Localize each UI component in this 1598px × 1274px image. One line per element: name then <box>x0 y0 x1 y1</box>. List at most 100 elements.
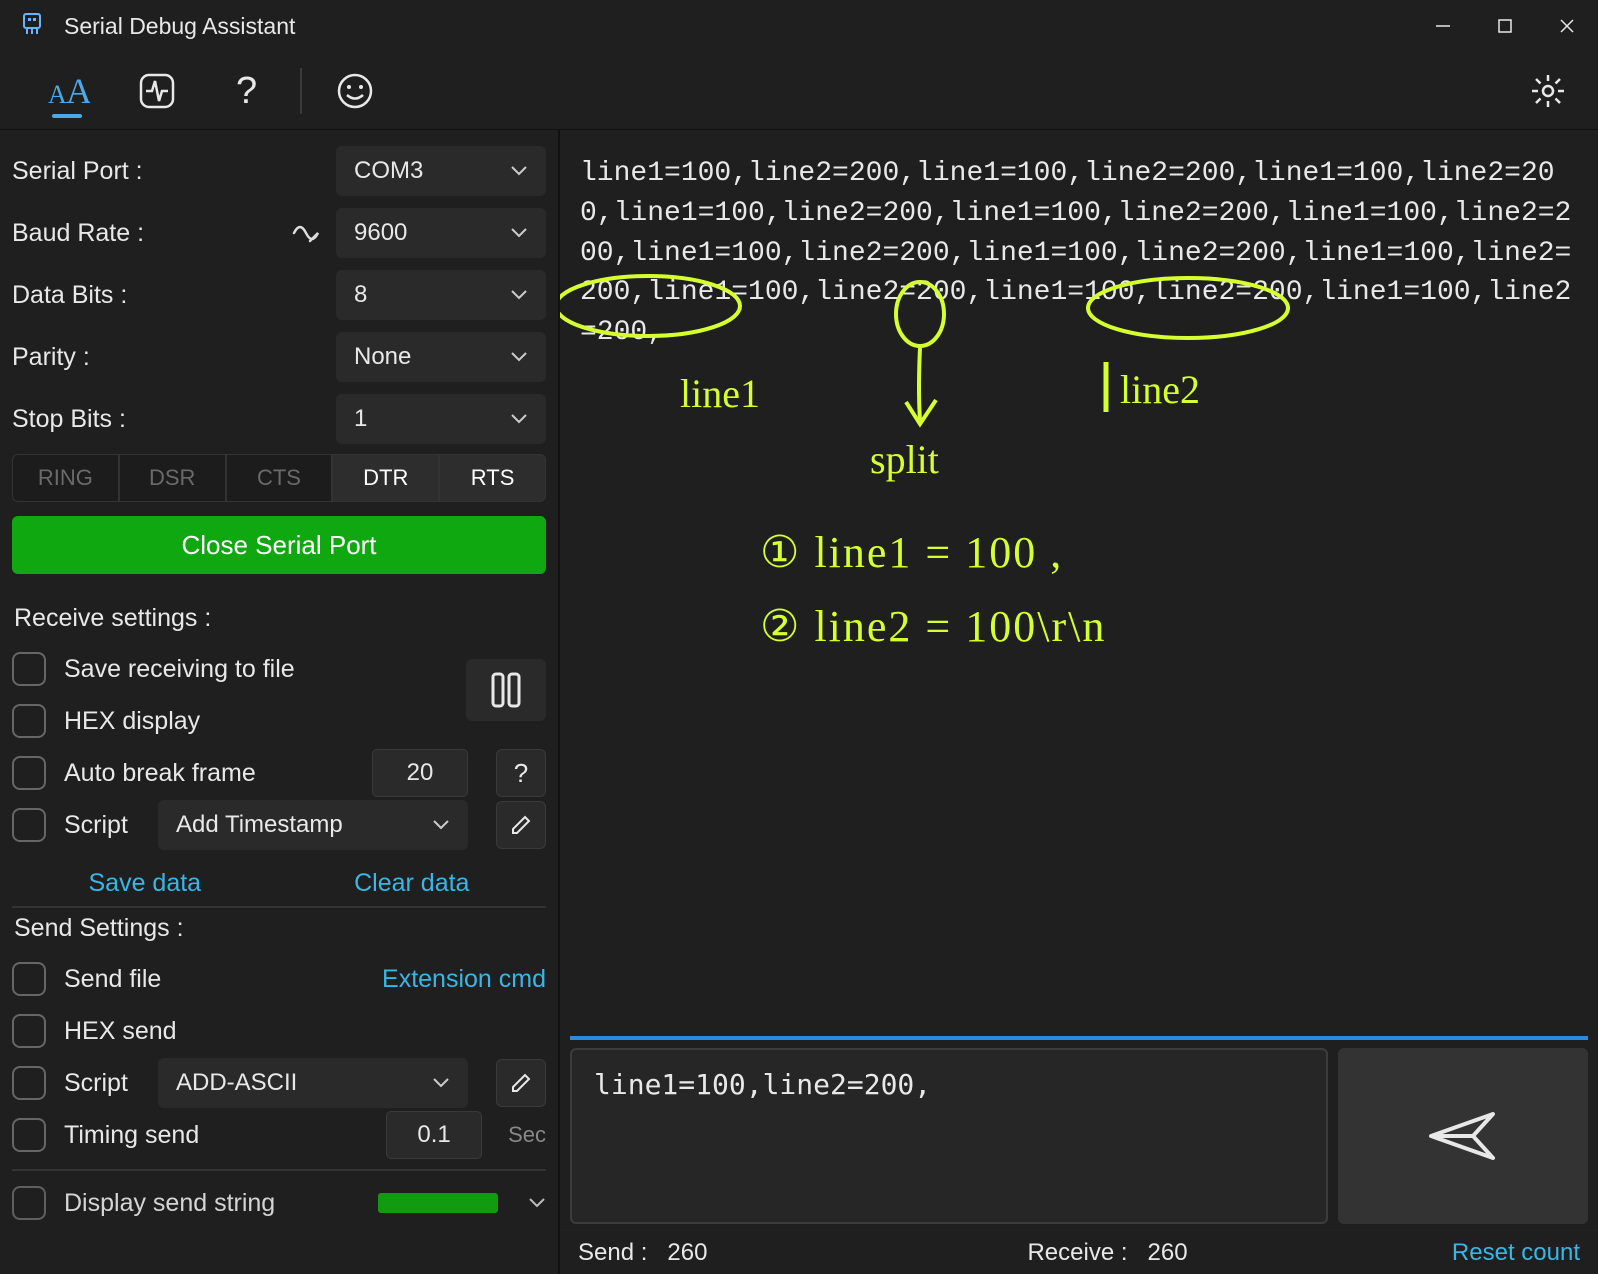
sidebar: Serial Port : COM3 Baud Rate : 9600 Data… <box>0 130 560 1274</box>
window-controls <box>1412 4 1598 48</box>
hex-send-checkbox[interactable] <box>12 1014 46 1048</box>
divider <box>12 906 546 908</box>
parity-select[interactable]: None <box>336 332 546 382</box>
send-count-value: 260 <box>667 1239 707 1266</box>
timing-send-label: Timing send <box>64 1121 199 1150</box>
receive-text-area[interactable]: line1=100,line2=200,line1=100,line2=200,… <box>560 130 1598 1036</box>
send-script-checkbox[interactable] <box>12 1066 46 1100</box>
status-send: Send : 260 <box>578 1239 707 1267</box>
display-send-string-checkbox[interactable] <box>12 1186 46 1220</box>
cts-pill[interactable]: CTS <box>226 454 333 502</box>
ring-pill[interactable]: RING <box>12 454 119 502</box>
send-script-value: ADD-ASCII <box>176 1069 297 1097</box>
recv-count-value: 260 <box>1148 1239 1188 1266</box>
send-script-label: Script <box>64 1069 134 1098</box>
app-icon <box>16 10 48 42</box>
send-file-checkbox[interactable] <box>12 962 46 996</box>
font-tool-button[interactable]: A A <box>22 62 112 120</box>
serial-port-value: COM3 <box>354 157 423 185</box>
data-bits-select[interactable]: 8 <box>336 270 546 320</box>
stop-bits-label: Stop Bits : <box>12 405 202 434</box>
timing-send-input[interactable]: 0.1 <box>386 1111 482 1159</box>
chevron-down-icon <box>510 351 528 363</box>
close-port-button[interactable]: Close Serial Port <box>12 516 546 574</box>
pause-button[interactable] <box>466 659 546 721</box>
auto-break-help-button[interactable]: ? <box>496 749 546 797</box>
display-send-string-label: Display send string <box>64 1189 275 1218</box>
stop-bits-select[interactable]: 1 <box>336 394 546 444</box>
hex-display-label: HEX display <box>64 707 200 736</box>
recv-script-select[interactable]: Add Timestamp <box>158 800 468 850</box>
svg-text:A: A <box>66 71 90 111</box>
clear-data-link[interactable]: Clear data <box>354 869 469 898</box>
titlebar: Serial Debug Assistant <box>0 0 1598 52</box>
waveform-tool-button[interactable] <box>112 62 202 120</box>
chevron-down-icon <box>510 227 528 239</box>
svg-text:A: A <box>48 80 67 109</box>
chevron-down-icon <box>528 1197 546 1209</box>
divider <box>12 1169 546 1171</box>
dtr-pill[interactable]: DTR <box>332 454 439 502</box>
toolbar-separator <box>300 68 302 114</box>
hex-display-checkbox[interactable] <box>12 704 46 738</box>
hex-send-label: HEX send <box>64 1017 177 1046</box>
recv-script-edit-button[interactable] <box>496 801 546 849</box>
annot-line2: line2 <box>1120 362 1200 419</box>
annot-line1: line1 <box>680 366 760 423</box>
auto-break-checkbox[interactable] <box>12 756 46 790</box>
recv-count-label: Receive : <box>1027 1239 1127 1266</box>
signal-pills: RING DSR CTS DTR RTS <box>12 454 546 502</box>
rts-pill[interactable]: RTS <box>439 454 546 502</box>
send-count-label: Send : <box>578 1239 647 1266</box>
timing-send-unit: Sec <box>508 1122 546 1148</box>
timing-send-checkbox[interactable] <box>12 1118 46 1152</box>
send-input[interactable]: line1=100,line2=200, <box>570 1048 1328 1224</box>
serial-port-label: Serial Port : <box>12 157 202 186</box>
dsr-pill[interactable]: DSR <box>119 454 226 502</box>
minimize-button[interactable] <box>1412 4 1474 48</box>
send-script-edit-button[interactable] <box>496 1059 546 1107</box>
send-input-value: line1=100,line2=200, <box>594 1068 931 1101</box>
close-button[interactable] <box>1536 4 1598 48</box>
stop-bits-value: 1 <box>354 405 367 433</box>
auto-break-input[interactable]: 20 <box>372 749 468 797</box>
progress-bar <box>378 1193 498 1213</box>
chevron-down-icon <box>510 289 528 301</box>
send-settings-title: Send Settings : <box>14 914 546 943</box>
reset-count-link[interactable]: Reset count <box>1452 1239 1580 1267</box>
status-bar: Send : 260 Receive : 260 Reset count <box>560 1230 1598 1274</box>
send-icon <box>1423 1106 1503 1166</box>
save-file-checkbox[interactable] <box>12 652 46 686</box>
wave-icon[interactable] <box>286 219 326 247</box>
baud-rate-value: 9600 <box>354 219 407 247</box>
maximize-button[interactable] <box>1474 4 1536 48</box>
chevron-down-icon <box>432 1077 450 1089</box>
serial-port-select[interactable]: COM3 <box>336 146 546 196</box>
status-receive: Receive : 260 <box>1027 1239 1187 1267</box>
chevron-down-icon <box>510 413 528 425</box>
send-button[interactable] <box>1338 1048 1588 1224</box>
data-bits-value: 8 <box>354 281 367 309</box>
annot-note2: ② line2 = 100\r\n <box>760 596 1106 658</box>
data-bits-label: Data Bits : <box>12 281 202 310</box>
app-title: Serial Debug Assistant <box>64 13 295 40</box>
save-file-label: Save receiving to file <box>64 655 295 684</box>
settings-button[interactable] <box>1520 63 1576 119</box>
received-data: line1=100,line2=200,line1=100,line2=200,… <box>580 158 1571 348</box>
recv-script-value: Add Timestamp <box>176 811 343 839</box>
auto-break-label: Auto break frame <box>64 759 256 788</box>
recv-script-label: Script <box>64 811 134 840</box>
save-data-link[interactable]: Save data <box>89 869 202 898</box>
chevron-down-icon <box>432 819 450 831</box>
extension-cmd-link[interactable]: Extension cmd <box>382 965 546 994</box>
help-tool-button[interactable]: ? <box>202 62 292 120</box>
receive-settings-title: Receive settings : <box>14 604 546 633</box>
send-script-select[interactable]: ADD-ASCII <box>158 1058 468 1108</box>
recv-script-checkbox[interactable] <box>12 808 46 842</box>
emoji-tool-button[interactable] <box>310 62 400 120</box>
annot-note1: ① line1 = 100 , <box>760 522 1063 584</box>
annot-split: split <box>870 432 939 489</box>
baud-rate-select[interactable]: 9600 <box>336 208 546 258</box>
parity-value: None <box>354 343 411 371</box>
send-file-label: Send file <box>64 965 161 994</box>
